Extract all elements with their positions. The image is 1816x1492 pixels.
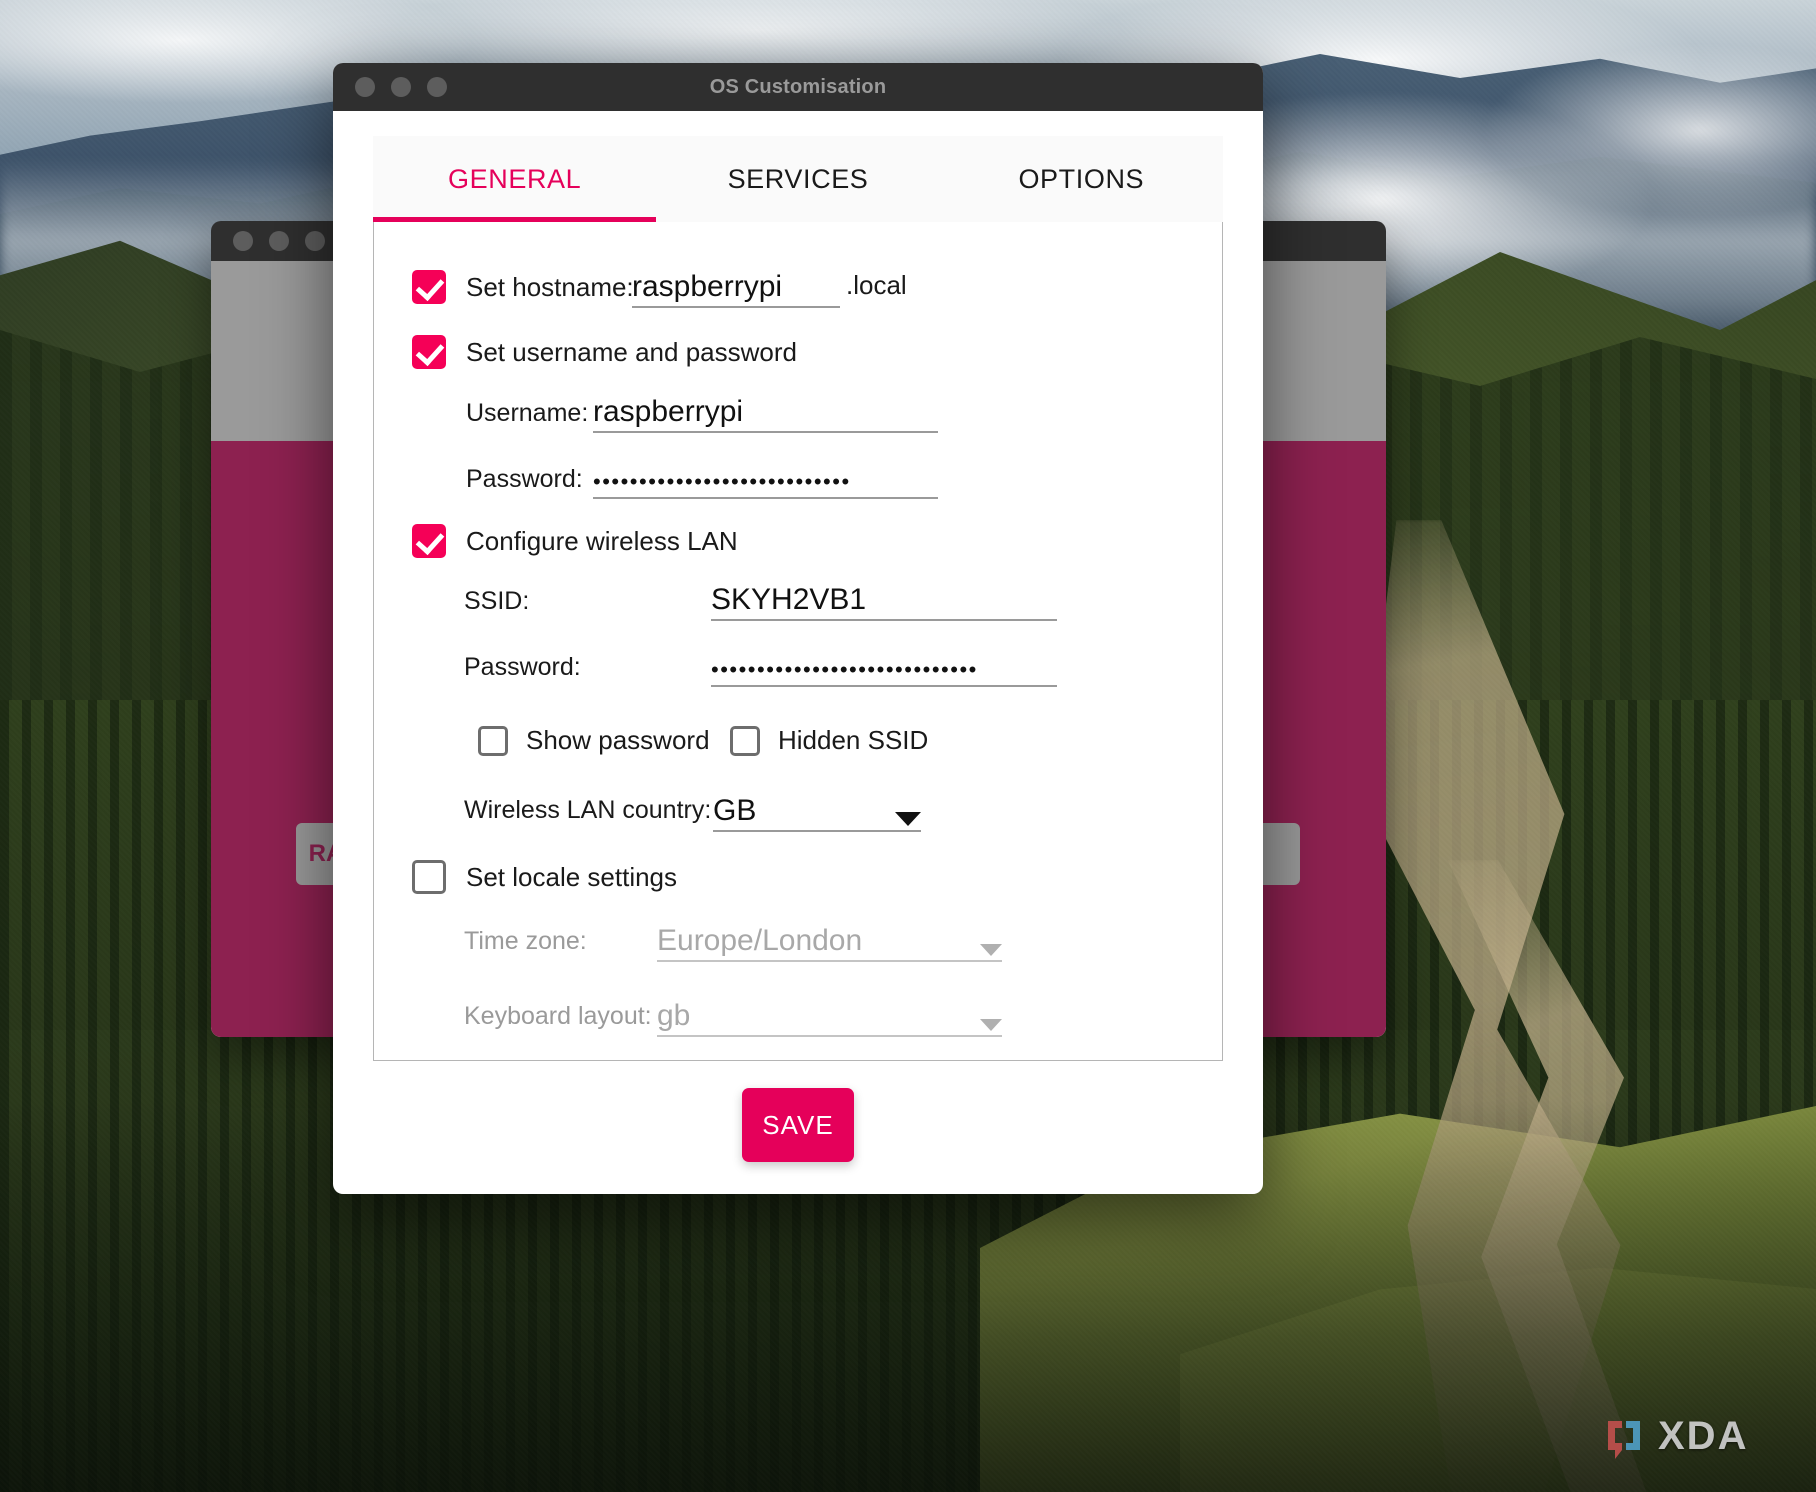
hostname-row: Set hostname: bbox=[412, 270, 634, 304]
hidden-ssid-row[interactable]: Hidden SSID bbox=[730, 725, 928, 756]
chevron-down-icon bbox=[980, 1019, 1002, 1031]
configure-wireless-lan-label: Configure wireless LAN bbox=[466, 525, 738, 556]
keyboard-layout-label: Keyboard layout: bbox=[464, 1002, 652, 1030]
username-input[interactable]: raspberrypi bbox=[593, 385, 938, 433]
hostname-input[interactable]: raspberrypi bbox=[632, 260, 840, 308]
dialog-footer: SAVE bbox=[333, 1056, 1263, 1194]
dialog-title: OS Customisation bbox=[709, 75, 887, 98]
general-tab-panel: Set hostname: raspberrypi .local Set use… bbox=[373, 222, 1223, 1061]
timezone-value: Europe/London bbox=[657, 924, 863, 957]
account-password-value: •••••••••••••••••••••••••••• bbox=[593, 469, 851, 494]
wifi-password-value: ••••••••••••••••••••••••••••• bbox=[711, 657, 978, 682]
wireless-lan-row: Configure wireless LAN bbox=[412, 524, 738, 558]
xda-wordmark: XDA bbox=[1658, 1414, 1749, 1458]
wifi-password-label: Password: bbox=[464, 653, 581, 681]
set-locale-settings-checkbox[interactable] bbox=[412, 860, 446, 894]
dialog-titlebar: OS Customisation bbox=[333, 63, 1263, 111]
ssid-input[interactable]: SKYH2VB1 bbox=[711, 571, 1057, 621]
timezone-select[interactable]: Europe/London bbox=[657, 912, 1002, 962]
username-label: Username: bbox=[466, 399, 589, 427]
ssid-label: SSID: bbox=[464, 587, 530, 615]
close-dot[interactable] bbox=[355, 77, 375, 97]
set-user-row: Set username and password bbox=[412, 335, 797, 369]
keyboard-layout-value: gb bbox=[657, 999, 691, 1032]
account-password-label: Password: bbox=[466, 465, 583, 493]
set-username-password-label: Set username and password bbox=[466, 336, 797, 367]
wifi-password-input[interactable]: ••••••••••••••••••••••••••••• bbox=[711, 639, 1057, 687]
set-locale-settings-label: Set locale settings bbox=[466, 861, 678, 892]
save-button[interactable]: SAVE bbox=[742, 1088, 854, 1162]
hostname-value: raspberrypi bbox=[632, 270, 783, 303]
set-hostname-label: Set hostname: bbox=[466, 271, 634, 302]
keyboard-layout-select[interactable]: gb bbox=[657, 987, 1002, 1037]
locale-row: Set locale settings bbox=[412, 860, 677, 894]
set-hostname-checkbox[interactable] bbox=[412, 270, 446, 304]
os-customisation-dialog[interactable]: OS Customisation GENERAL SERVICES OPTION… bbox=[333, 63, 1263, 1194]
close-dot[interactable] bbox=[233, 231, 253, 251]
tab-general[interactable]: GENERAL bbox=[373, 136, 657, 222]
tab-options[interactable]: OPTIONS bbox=[940, 136, 1223, 222]
zoom-dot[interactable] bbox=[427, 77, 447, 97]
minimize-dot[interactable] bbox=[269, 231, 289, 251]
hidden-ssid-label: Hidden SSID bbox=[778, 725, 929, 755]
tab-services[interactable]: SERVICES bbox=[656, 136, 939, 222]
zoom-dot[interactable] bbox=[305, 231, 325, 251]
account-password-input[interactable]: •••••••••••••••••••••••••••• bbox=[593, 451, 938, 499]
wireless-country-label: Wireless LAN country: bbox=[464, 796, 712, 824]
ssid-value: SKYH2VB1 bbox=[711, 583, 867, 616]
configure-wireless-lan-checkbox[interactable] bbox=[412, 524, 446, 558]
username-value: raspberrypi bbox=[593, 395, 744, 428]
set-username-password-checkbox[interactable] bbox=[412, 335, 446, 369]
show-password-label: Show password bbox=[526, 725, 710, 755]
minimize-dot[interactable] bbox=[391, 77, 411, 97]
xda-watermark: XDA bbox=[1602, 1414, 1748, 1459]
hostname-suffix: .local bbox=[846, 270, 907, 300]
chevron-down-icon bbox=[980, 944, 1002, 956]
show-password-row[interactable]: Show password bbox=[478, 725, 710, 756]
show-password-checkbox[interactable] bbox=[478, 725, 508, 756]
xda-bracket-logo bbox=[1608, 1420, 1640, 1459]
wireless-country-value: GB bbox=[713, 794, 757, 827]
chevron-down-icon bbox=[895, 812, 921, 826]
dialog-tabbar: GENERAL SERVICES OPTIONS bbox=[373, 136, 1223, 222]
hidden-ssid-checkbox[interactable] bbox=[730, 725, 760, 756]
timezone-label: Time zone: bbox=[464, 927, 587, 955]
wireless-country-select[interactable]: GB bbox=[713, 782, 921, 832]
